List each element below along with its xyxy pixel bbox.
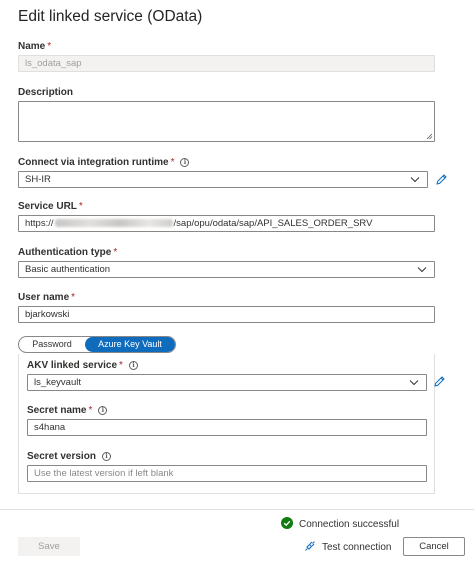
chevron-down-icon <box>417 267 427 273</box>
save-button[interactable]: Save <box>18 537 80 556</box>
plug-icon <box>305 541 315 551</box>
redacted-host <box>54 219 173 227</box>
auth-type-select[interactable]: Basic authentication <box>18 261 435 278</box>
name-label: Name * <box>18 41 52 52</box>
secret-name-input[interactable]: s4hana <box>27 419 427 436</box>
runtime-label: Connect via integration runtime * i <box>18 157 190 168</box>
akv-linked-service-select[interactable]: ls_keyvault <box>27 374 427 391</box>
required-mark: * <box>119 360 123 371</box>
akv-linked-service-value: ls_keyvault <box>34 377 81 388</box>
connection-status: Connection successful <box>281 517 399 530</box>
info-icon[interactable]: i <box>180 158 190 167</box>
description-textarea[interactable] <box>18 101 435 142</box>
service-url-input[interactable]: https:// /sap/opu/odata/sap/API_SALES_ORD… <box>18 215 435 232</box>
service-url-suffix: /sap/opu/odata/sap/API_SALES_ORDER_SRV <box>173 218 373 229</box>
toggle-password[interactable]: Password <box>19 337 85 352</box>
secret-name-label: Secret name * i <box>27 405 108 416</box>
info-icon[interactable]: i <box>101 452 111 461</box>
required-mark: * <box>88 405 93 416</box>
description-label: Description <box>18 87 74 98</box>
connection-status-text: Connection successful <box>299 519 400 530</box>
required-mark: * <box>170 157 175 168</box>
runtime-value: SH-IR <box>25 174 51 185</box>
edit-pencil-icon[interactable] <box>435 173 448 186</box>
resize-grip-icon[interactable] <box>426 133 433 140</box>
credential-type-toggle[interactable]: Password Azure Key Vault <box>18 336 176 353</box>
dialog-title: Edit linked service (OData) <box>18 8 203 25</box>
service-url-label: Service URL * <box>18 201 83 212</box>
test-connection-label: Test connection <box>322 542 392 553</box>
chevron-down-icon <box>409 380 419 386</box>
akv-linked-service-label: AKV linked service * i <box>27 360 138 371</box>
toggle-azure-key-vault[interactable]: Azure Key Vault <box>85 337 175 352</box>
auth-type-value: Basic authentication <box>25 264 111 275</box>
secret-version-placeholder: Use the latest version if left blank <box>34 468 174 479</box>
cancel-button[interactable]: Cancel <box>403 537 465 556</box>
required-mark: * <box>47 41 52 52</box>
test-connection-button[interactable]: Test connection <box>304 540 392 553</box>
secret-version-label: Secret version i <box>27 451 111 462</box>
service-url-prefix: https:// <box>25 218 54 229</box>
runtime-select[interactable]: SH-IR <box>18 171 428 188</box>
info-icon[interactable]: i <box>128 361 138 370</box>
success-check-icon <box>281 517 293 529</box>
required-mark: * <box>78 201 83 212</box>
auth-type-label: Authentication type * <box>18 247 118 258</box>
required-mark: * <box>71 292 76 303</box>
footer-divider <box>0 509 474 510</box>
secret-version-input[interactable]: Use the latest version if left blank <box>27 465 427 482</box>
info-icon[interactable]: i <box>98 406 108 415</box>
name-input[interactable]: ls_odata_sap <box>18 55 435 72</box>
user-name-input[interactable]: bjarkowski <box>18 306 435 323</box>
required-mark: * <box>113 247 118 258</box>
user-name-label: User name * <box>18 292 76 303</box>
edit-pencil-icon[interactable] <box>433 375 446 388</box>
chevron-down-icon <box>410 177 420 183</box>
